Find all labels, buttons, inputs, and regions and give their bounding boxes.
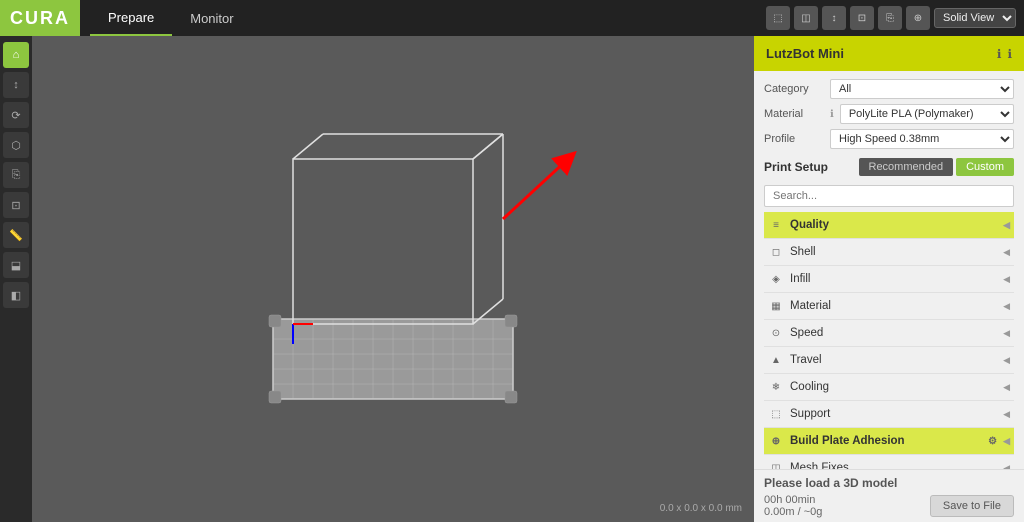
mesh-label: Mesh Fixes (790, 462, 997, 469)
shell-arrow: ◀ (1003, 247, 1010, 258)
category-support[interactable]: ⬚ Support ◀ (764, 401, 1014, 428)
support-label: Support (790, 408, 997, 420)
sidebar-btn-mirror[interactable]: ⎘ (3, 162, 29, 188)
category-quality[interactable]: ≡ Quality ◀ (764, 212, 1014, 239)
travel-icon: ▲ (768, 352, 784, 368)
category-row: Category All (764, 79, 1014, 99)
toolbar-icon-4[interactable]: ⊡ (850, 6, 874, 30)
printer-info-buttons: ℹ ℹ (997, 47, 1012, 61)
cooling-label: Cooling (790, 381, 997, 393)
travel-label: Travel (790, 354, 997, 366)
mesh-icon: ◫ (768, 460, 784, 469)
app-logo: CURA (0, 0, 80, 36)
sidebar-btn-angle[interactable]: ◧ (3, 282, 29, 308)
nav-tabs: Prepare Monitor (90, 0, 252, 36)
category-build-adhesion[interactable]: ⊕ Build Plate Adhesion ⚙ ◀ (764, 428, 1014, 455)
category-infill[interactable]: ◈ Infill ◀ (764, 266, 1014, 293)
tab-monitor[interactable]: Monitor (172, 0, 251, 36)
bottom-panel: Please load a 3D model 00h 00min 0.00m /… (754, 469, 1024, 522)
toolbar-icon-5[interactable]: ⎘ (878, 6, 902, 30)
material-label: Material (764, 108, 824, 120)
category-select[interactable]: All (830, 79, 1014, 99)
quality-icon: ≡ (768, 217, 784, 233)
speed-icon: ⊙ (768, 325, 784, 341)
search-input[interactable] (764, 185, 1014, 207)
print-setup-header: Print Setup Recommended Custom (764, 154, 1014, 180)
category-list: ≡ Quality ◀ ◻ Shell ◀ ◈ Infill ◀ ▦ Mater… (764, 212, 1014, 469)
save-to-file-button[interactable]: Save to File (930, 495, 1014, 517)
toolbar-icon-1[interactable]: ⬚ (766, 6, 790, 30)
toolbar-icon-3[interactable]: ↕ (822, 6, 846, 30)
travel-arrow: ◀ (1003, 355, 1010, 366)
settings-area: Category All Material ℹ PolyLite PLA (Po… (754, 71, 1024, 469)
category-speed[interactable]: ⊙ Speed ◀ (764, 320, 1014, 347)
cooling-icon: ❄ (768, 379, 784, 395)
profile-select[interactable]: High Speed 0.38mm (830, 129, 1014, 149)
material-cat-icon: ▦ (768, 298, 784, 314)
adhesion-arrow: ◀ (1003, 436, 1010, 447)
support-icon: ⬚ (768, 406, 784, 422)
infill-icon: ◈ (768, 271, 784, 287)
viewport: 0.0 x 0.0 x 0.0 mm (32, 36, 754, 522)
topbar: CURA Prepare Monitor ⬚ ◫ ↕ ⊡ ⎘ ⊕ Solid V… (0, 0, 1024, 36)
category-material[interactable]: ▦ Material ◀ (764, 293, 1014, 320)
tab-custom[interactable]: Custom (956, 158, 1014, 176)
right-panel: LutzBot Mini ℹ ℹ Category All Material ℹ… (754, 36, 1024, 522)
tab-recommended[interactable]: Recommended (859, 158, 954, 176)
material-cat-label: Material (790, 300, 997, 312)
printer-info-icon-2[interactable]: ℹ (1007, 47, 1012, 61)
category-mesh-fixes[interactable]: ◫ Mesh Fixes ◀ (764, 455, 1014, 469)
infill-label: Infill (790, 273, 997, 285)
sidebar-btn-move[interactable]: ↕ (3, 72, 29, 98)
sidebar-btn-rotate[interactable]: ⟳ (3, 102, 29, 128)
material-select[interactable]: PolyLite PLA (Polymaker) (840, 104, 1014, 124)
profile-row: Profile High Speed 0.38mm (764, 129, 1014, 149)
viewport-svg (193, 99, 593, 459)
material-cat-arrow: ◀ (1003, 301, 1010, 312)
material-info-icon[interactable]: ℹ (830, 109, 834, 120)
quality-arrow: ◀ (1003, 220, 1010, 231)
category-travel[interactable]: ▲ Travel ◀ (764, 347, 1014, 374)
category-label: Category (764, 83, 824, 95)
tab-prepare[interactable]: Prepare (90, 0, 172, 36)
adhesion-gear-icon[interactable]: ⚙ (988, 436, 997, 447)
view-select[interactable]: Solid View X-Ray Layers (934, 8, 1016, 28)
time-material-info: 00h 00min 0.00m / ~0g (764, 494, 822, 518)
infill-arrow: ◀ (1003, 274, 1010, 285)
profile-label: Profile (764, 133, 824, 145)
sidebar-btn-support[interactable]: ⊡ (3, 192, 29, 218)
adhesion-icon: ⊕ (768, 433, 784, 449)
material-row: Material ℹ PolyLite PLA (Polymaker) (764, 104, 1014, 124)
toolbar-icon-2[interactable]: ◫ (794, 6, 818, 30)
category-cooling[interactable]: ❄ Cooling ◀ (764, 374, 1014, 401)
printer-header: LutzBot Mini ℹ ℹ (754, 36, 1024, 71)
shell-icon: ◻ (768, 244, 784, 260)
load-model-text: Please load a 3D model (764, 476, 1014, 490)
print-setup-label: Print Setup (764, 160, 828, 174)
quality-label: Quality (790, 219, 997, 231)
cooling-arrow: ◀ (1003, 382, 1010, 393)
coordinate-display: 0.0 x 0.0 x 0.0 mm (660, 503, 742, 514)
toolbar-icons: ⬚ ◫ ↕ ⊡ ⎘ ⊕ Solid View X-Ray Layers (766, 6, 1016, 30)
time-display: 00h 00min (764, 494, 822, 506)
adhesion-label: Build Plate Adhesion (790, 435, 982, 447)
sidebar-btn-place[interactable]: ⬓ (3, 252, 29, 278)
setup-tabs: Recommended Custom (859, 158, 1015, 176)
main-content: ⌂ ↕ ⟳ ⬡ ⎘ ⊡ 📏 ⬓ ◧ (0, 36, 1024, 522)
printer-info-icon-1[interactable]: ℹ (997, 47, 1002, 61)
speed-arrow: ◀ (1003, 328, 1010, 339)
material-display: 0.00m / ~0g (764, 506, 822, 518)
shell-label: Shell (790, 246, 997, 258)
sidebar-btn-home[interactable]: ⌂ (3, 42, 29, 68)
category-shell[interactable]: ◻ Shell ◀ (764, 239, 1014, 266)
sidebar-btn-measure[interactable]: 📏 (3, 222, 29, 248)
speed-label: Speed (790, 327, 997, 339)
toolbar-icon-6[interactable]: ⊕ (906, 6, 930, 30)
printer-name: LutzBot Mini (766, 46, 844, 61)
bottom-row: 00h 00min 0.00m / ~0g Save to File (764, 494, 1014, 518)
support-arrow: ◀ (1003, 409, 1010, 420)
left-sidebar: ⌂ ↕ ⟳ ⬡ ⎘ ⊡ 📏 ⬓ ◧ (0, 36, 32, 522)
sidebar-btn-scale[interactable]: ⬡ (3, 132, 29, 158)
